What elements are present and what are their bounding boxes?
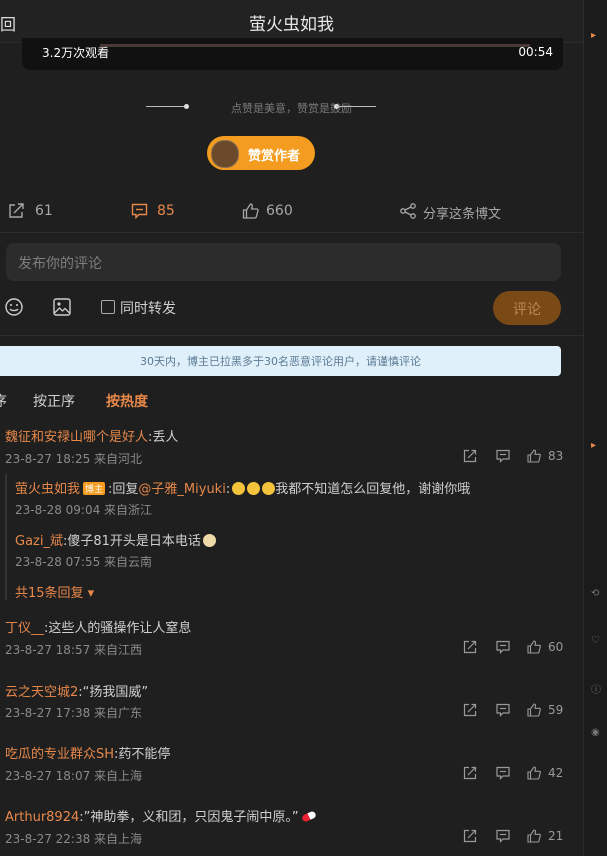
comment-user[interactable]: 魏征和安禄山哪个是好人	[5, 430, 148, 445]
like-icon[interactable]	[527, 829, 541, 843]
reply-text: :傻子81开头是日本电话	[62, 534, 201, 549]
comment-user[interactable]: 丁仪__	[5, 621, 44, 636]
share-icon[interactable]	[463, 449, 477, 463]
author-badge: 博主	[83, 482, 106, 495]
comment-text: :药不能停	[114, 747, 171, 762]
comment-meta: 23-8-27 22:38 来自上海	[5, 832, 143, 846]
share-post-label[interactable]: 分享这条博文	[423, 203, 501, 222]
tip-author-label: 赞赏作者	[248, 149, 301, 164]
share-network-icon[interactable]	[400, 203, 417, 219]
reward-hint: 点赞是美意，赞赏是鼓励	[231, 102, 352, 115]
emoji-icon	[232, 482, 246, 495]
like-count[interactable]: 660	[266, 203, 293, 219]
comment-text: :丢人	[148, 430, 179, 445]
accent-marker-icon: ▸	[591, 440, 597, 451]
comment-text: :”神助拳，义和团，只因鬼子闹中原。”	[79, 810, 299, 825]
reply-2: Gazi_斌:傻子81开头是日本电话	[15, 530, 216, 549]
like-count: 42	[548, 766, 564, 780]
share-count[interactable]: 61	[35, 203, 53, 219]
notice-text: 30天内，博主已拉黑多于30名恶意评论用户，请谨慎评论	[140, 355, 421, 368]
reply-icon[interactable]	[496, 829, 510, 843]
user-icon[interactable]: ◉	[591, 727, 600, 738]
comment-user[interactable]: 云之天空城2	[5, 685, 78, 700]
comment-actions: 21	[463, 829, 563, 845]
repost-checkbox[interactable]	[101, 300, 115, 314]
image-icon[interactable]	[53, 298, 71, 316]
reply-icon[interactable]	[496, 449, 510, 463]
reply-mention[interactable]: @子雅_Miyuki	[138, 482, 225, 497]
tab-sort-hot[interactable]: 按热度	[106, 391, 148, 411]
reply-meta: 23-8-28 09:04 来自浙江	[15, 503, 153, 517]
like-count: 83	[548, 449, 564, 463]
heart-icon[interactable]: ♡	[591, 635, 600, 646]
share-icon[interactable]	[8, 203, 25, 219]
like-icon[interactable]	[527, 766, 541, 780]
reply-1: 萤火虫如我 博主:回复@子雅_Miyuki: 我都不知道怎么回复他，谢谢你哦	[15, 478, 470, 497]
emoji-icon	[247, 482, 261, 495]
comment-2: 丁仪__:这些人的骚操作让人窒息	[5, 617, 191, 636]
comment-meta: 23-8-27 18:57 来自江西	[5, 643, 143, 657]
divider-right	[336, 106, 376, 107]
video-views: 3.2万次观看	[42, 46, 110, 60]
reply-icon[interactable]	[496, 766, 510, 780]
repost-label[interactable]: 同时转发	[120, 298, 176, 318]
reply-user[interactable]: Gazi_斌	[15, 534, 63, 549]
emoji-icon	[262, 482, 276, 495]
tab-sort-cut[interactable]: 序	[0, 391, 7, 411]
comment-meta: 23-8-27 18:07 来自上海	[5, 769, 143, 783]
tab-sort-time[interactable]: 按正序	[33, 391, 75, 411]
comment-text: :“扬我国威”	[78, 685, 149, 700]
like-icon[interactable]	[242, 203, 259, 219]
comment-placeholder: 发布你的评论	[18, 256, 102, 272]
reply-thread-line	[5, 474, 7, 600]
comment-meta: 23-8-27 17:38 来自广东	[5, 706, 143, 720]
reply-icon[interactable]	[496, 640, 510, 654]
refresh-icon[interactable]: ⟲	[591, 588, 599, 599]
reply-icon[interactable]	[496, 703, 510, 717]
reply-colon: :	[225, 482, 231, 497]
like-icon[interactable]	[527, 703, 541, 717]
info-icon[interactable]: ⓘ	[591, 681, 601, 696]
accent-marker-icon: ▸	[591, 30, 597, 41]
comment-actions: 42	[463, 766, 563, 782]
share-icon[interactable]	[463, 703, 477, 717]
cat-emoji-icon	[202, 534, 216, 547]
like-count: 60	[548, 640, 564, 654]
divider	[0, 232, 583, 233]
pill-emoji-icon	[300, 810, 317, 823]
divider	[0, 335, 583, 336]
comment-3: 云之天空城2:“扬我国威”	[5, 681, 148, 700]
comment-user[interactable]: 吃瓜的专业群众SH	[5, 747, 114, 762]
submit-comment-label: 评论	[513, 302, 541, 318]
video-progress	[100, 44, 530, 47]
comment-icon[interactable]	[131, 203, 148, 219]
comment-user[interactable]: Arthur8924	[5, 810, 79, 825]
comment-text: :这些人的骚操作让人窒息	[44, 621, 192, 636]
comment-actions: 60	[463, 640, 563, 656]
reply-text: 我都不知道怎么回复他，谢谢你哦	[275, 482, 471, 497]
like-count: 59	[548, 703, 564, 717]
comment-4: 吃瓜的专业群众SH:药不能停	[5, 743, 170, 762]
more-replies-link[interactable]: 共15条回复 ▾	[15, 582, 94, 601]
video-duration: 00:54	[518, 45, 553, 59]
comment-5: Arthur8924:”神助拳，义和团，只因鬼子闹中原。”	[5, 806, 317, 825]
like-icon[interactable]	[527, 640, 541, 654]
like-count: 21	[548, 829, 564, 843]
reply-user[interactable]: 萤火虫如我	[15, 482, 80, 497]
comment-actions: 59	[463, 703, 563, 719]
author-avatar	[211, 140, 239, 168]
comment-1: 魏征和安禄山哪个是好人:丢人	[5, 426, 178, 445]
emoji-icon[interactable]	[5, 298, 23, 316]
reply-meta: 23-8-28 07:55 来自云南	[15, 555, 153, 569]
share-icon[interactable]	[463, 766, 477, 780]
share-icon[interactable]	[463, 640, 477, 654]
page-title: 萤火虫如我	[249, 15, 334, 35]
comment-count[interactable]: 85	[157, 203, 175, 219]
comment-actions: 83	[463, 449, 563, 465]
reply-prefix: :回复	[108, 482, 139, 497]
like-icon[interactable]	[527, 449, 541, 463]
comment-meta: 23-8-27 18:25 来自河北	[5, 452, 143, 466]
share-icon[interactable]	[463, 829, 477, 843]
